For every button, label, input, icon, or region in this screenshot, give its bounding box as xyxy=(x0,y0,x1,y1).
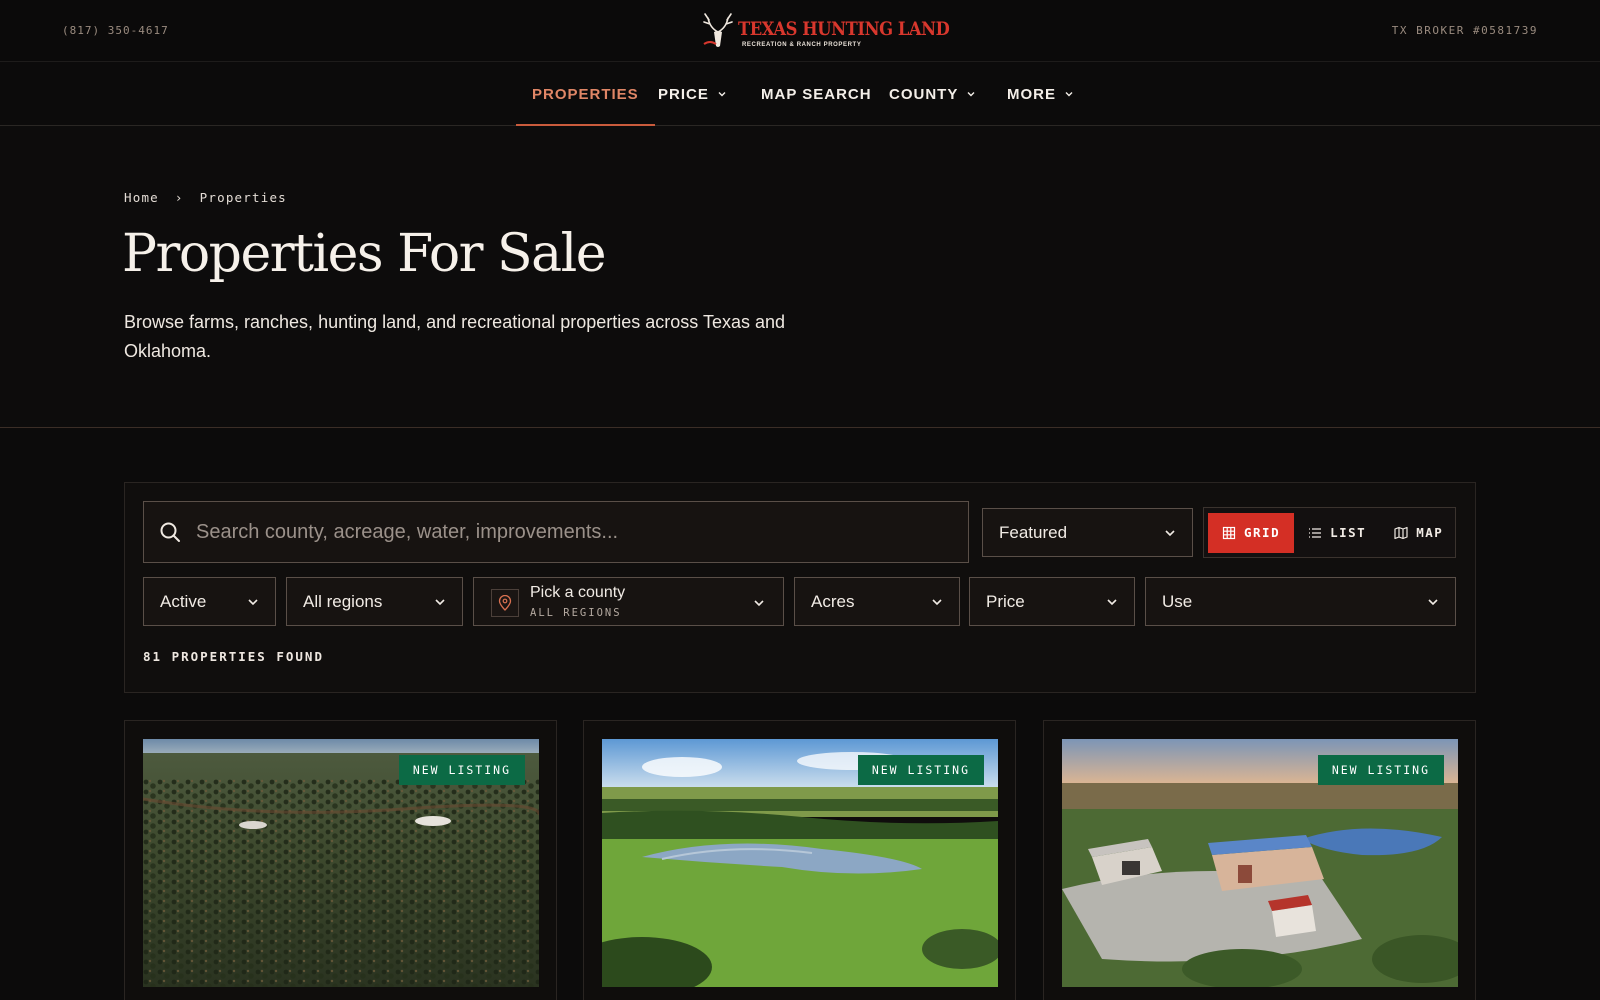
new-listing-badge: NEW LISTING xyxy=(398,755,525,785)
property-card[interactable]: NEW LISTING xyxy=(1043,720,1476,1000)
breadcrumb: Home › Properties xyxy=(124,190,287,205)
chevron-down-icon xyxy=(1428,598,1438,605)
nav-map-search-label: MAP SEARCH xyxy=(761,85,872,103)
new-listing-badge: NEW LISTING xyxy=(857,755,984,785)
property-card[interactable]: NEW LISTING xyxy=(583,720,1016,1000)
use-select[interactable]: Use xyxy=(1145,577,1456,626)
logo-wordmark: TEXAS HUNTING LAND xyxy=(738,18,950,40)
results-count: 81 PROPERTIES FOUND xyxy=(143,649,324,664)
phone-number[interactable]: (817) 350-4617 xyxy=(62,24,169,37)
new-listing-badge: NEW LISTING xyxy=(1317,755,1444,785)
property-card[interactable]: NEW LISTING xyxy=(124,720,557,1000)
acres-value: Acres xyxy=(811,591,855,611)
chevron-down-icon xyxy=(967,92,975,97)
status-select[interactable]: Active xyxy=(143,577,276,626)
price-select[interactable]: Price xyxy=(969,577,1135,626)
chevron-down-icon xyxy=(718,92,726,97)
chevron-down-icon xyxy=(1065,92,1073,97)
county-picker[interactable]: Pick a county ALL REGIONS xyxy=(473,577,784,626)
sort-value: Featured xyxy=(999,522,1068,542)
view-list-label: LIST xyxy=(1330,525,1367,540)
property-photo[interactable]: NEW LISTING xyxy=(143,739,539,987)
chevron-down-icon xyxy=(435,598,445,605)
breadcrumb-current: Properties xyxy=(199,190,287,205)
chevron-down-icon xyxy=(248,598,258,605)
location-pin-icon xyxy=(491,589,519,617)
nav-county[interactable]: COUNTY xyxy=(889,62,976,126)
view-grid-button[interactable]: GRID xyxy=(1208,512,1295,553)
nav-properties-label: PROPERTIES xyxy=(532,85,639,103)
grid-icon xyxy=(1222,526,1236,539)
nav-map-search[interactable]: MAP SEARCH xyxy=(761,62,872,126)
search-box[interactable] xyxy=(143,501,969,563)
search-input[interactable] xyxy=(196,502,968,562)
view-map-button[interactable]: MAP xyxy=(1380,513,1457,553)
search-icon xyxy=(160,522,180,542)
acres-select[interactable]: Acres xyxy=(794,577,960,626)
view-mode-toggle: GRID LIST MAP xyxy=(1203,507,1456,558)
top-bar: (817) 350-4617 TEXAS HUNTING LAND RECREA… xyxy=(0,0,1600,62)
view-list-button[interactable]: LIST xyxy=(1294,513,1380,553)
chevron-down-icon xyxy=(754,600,764,607)
view-grid-label: GRID xyxy=(1244,525,1281,540)
property-photo[interactable]: NEW LISTING xyxy=(1062,739,1458,987)
breadcrumb-separator: › xyxy=(174,190,184,205)
county-picker-label: Pick a county xyxy=(530,584,626,601)
deer-antler-icon xyxy=(703,13,733,47)
page-description: Browse farms, ranches, hunting land, and… xyxy=(124,312,786,361)
site-logo[interactable]: TEXAS HUNTING LAND RECREATION & RANCH PR… xyxy=(700,10,950,52)
price-value: Price xyxy=(986,591,1025,611)
nav-price[interactable]: PRICE xyxy=(658,62,727,126)
main-nav: PROPERTIES PRICE MAP SEARCH COUNTY MORE xyxy=(0,62,1600,126)
nav-more[interactable]: MORE xyxy=(1007,62,1074,126)
sort-select[interactable]: Featured xyxy=(982,508,1193,557)
chevron-down-icon xyxy=(932,598,942,605)
page-hero: Home › Properties Properties For Sale Br… xyxy=(0,126,1600,428)
use-value: Use xyxy=(1162,591,1193,611)
view-map-label: MAP xyxy=(1416,525,1444,540)
breadcrumb-home[interactable]: Home xyxy=(124,190,159,205)
chevron-down-icon xyxy=(1165,529,1175,536)
logo-tagline: RECREATION & RANCH PROPERTY xyxy=(742,42,862,48)
property-photo[interactable]: NEW LISTING xyxy=(602,739,998,987)
page-title: Properties For Sale xyxy=(122,224,607,284)
nav-price-label: PRICE xyxy=(658,85,709,103)
chevron-down-icon xyxy=(1107,598,1117,605)
broker-license: TX BROKER #0581739 xyxy=(1391,24,1538,37)
list-icon xyxy=(1309,527,1322,538)
nav-more-label: MORE xyxy=(1007,85,1056,103)
county-picker-sublabel: ALL REGIONS xyxy=(530,607,622,619)
nav-properties[interactable]: PROPERTIES xyxy=(516,62,655,126)
region-select[interactable]: All regions xyxy=(286,577,463,626)
region-value: All regions xyxy=(303,591,383,611)
map-icon xyxy=(1394,526,1408,539)
nav-county-label: COUNTY xyxy=(889,85,959,103)
status-value: Active xyxy=(160,591,207,611)
